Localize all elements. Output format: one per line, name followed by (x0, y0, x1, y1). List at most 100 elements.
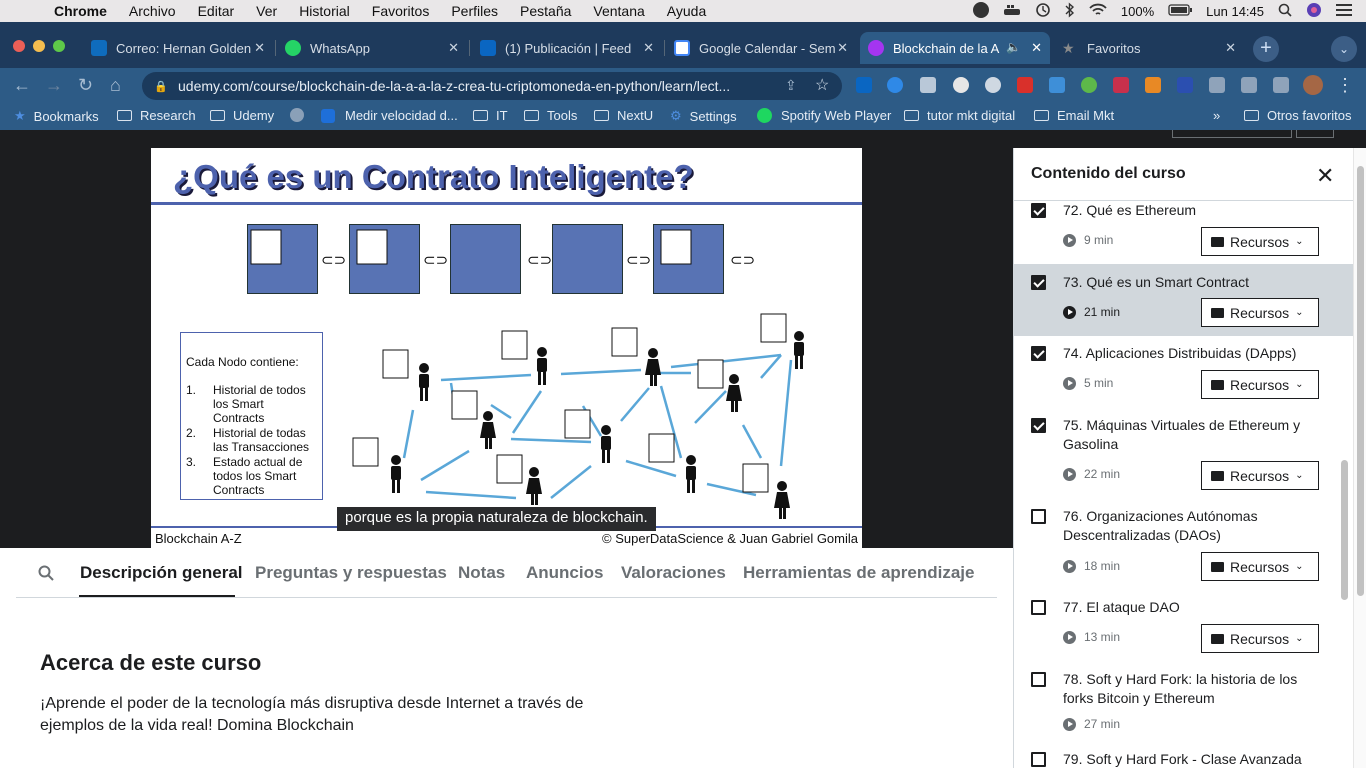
extension-icon[interactable] (1177, 77, 1193, 93)
tab-whatsapp[interactable]: WhatsApp ✕ (277, 32, 467, 64)
lecture-checkbox[interactable] (1031, 672, 1046, 687)
extension-icon[interactable] (953, 77, 969, 93)
window-minimize-button[interactable] (33, 40, 45, 52)
lecture-item[interactable]: 76. Organizaciones Autónomas Descentrali… (1014, 500, 1354, 590)
time-machine-icon[interactable] (1035, 2, 1051, 21)
spotlight-search-icon[interactable] (1278, 3, 1292, 20)
docker-icon[interactable] (1003, 3, 1021, 20)
menu-historial[interactable]: Historial (299, 3, 350, 19)
lecture-checkbox[interactable] (1031, 418, 1046, 433)
react-devtools-icon[interactable] (1049, 77, 1065, 93)
bookmark-tools[interactable]: Tools (524, 108, 577, 123)
lecture-checkbox[interactable] (1031, 509, 1046, 524)
bookmark-it[interactable]: IT (473, 108, 508, 123)
lecture-checkbox[interactable] (1031, 600, 1046, 615)
bookmark-otros-favoritos[interactable]: Otros favoritos (1244, 108, 1352, 123)
bookmark-medir-velocidad[interactable]: Medir velocidad d... (321, 108, 458, 123)
extension-icon[interactable] (1081, 77, 1097, 93)
tab-google-calendar[interactable]: Google Calendar - Sem ✕ (666, 32, 856, 64)
resources-button[interactable]: Recursos ⌄ (1201, 461, 1319, 490)
extension-icon[interactable] (985, 77, 1001, 93)
metamask-icon[interactable] (1145, 77, 1161, 93)
menu-ayuda[interactable]: Ayuda (667, 3, 706, 19)
resources-button[interactable]: Recursos ⌄ (1201, 298, 1319, 327)
lecture-item[interactable]: 72. Qué es Ethereum 9 min Recursos ⌄ (1014, 201, 1354, 263)
menu-pestana[interactable]: Pestaña (520, 3, 571, 19)
lecture-item[interactable]: 77. El ataque DAO 13 min Recursos ⌄ (1014, 591, 1354, 661)
tab-close-icon[interactable]: ✕ (1031, 40, 1042, 56)
battery-percentage[interactable]: 100% (1121, 4, 1154, 19)
header-button[interactable] (1172, 130, 1292, 138)
wifi-icon[interactable] (1089, 3, 1107, 20)
lecture-checkbox[interactable] (1031, 275, 1046, 290)
bookmarks-overflow-chevron-icon[interactable]: » (1213, 108, 1220, 123)
tab-preguntas-respuestas[interactable]: Preguntas y respuestas (255, 563, 447, 583)
resources-button[interactable]: Recursos ⌄ (1201, 624, 1319, 653)
extension-icon[interactable] (1113, 77, 1129, 93)
tab-blockchain-active[interactable]: Blockchain de la A 🔈 ✕ (860, 32, 1050, 64)
resources-button[interactable]: Recursos ⌄ (1201, 552, 1319, 581)
battery-icon[interactable] (1168, 3, 1193, 19)
close-icon[interactable]: ✕ (1316, 163, 1334, 189)
lecture-item-current[interactable]: 73. Qué es un Smart Contract 21 min Recu… (1014, 264, 1354, 336)
reload-icon[interactable]: ↻ (78, 75, 93, 96)
tab-herramientas[interactable]: Herramientas de aprendizaje (743, 563, 974, 583)
bookmark-udemy[interactable]: Udemy (210, 108, 274, 123)
lecture-checkbox[interactable] (1031, 346, 1046, 361)
tab-descripcion-general[interactable]: Descripción general (80, 563, 243, 583)
menu-ver[interactable]: Ver (256, 3, 277, 19)
window-close-button[interactable] (13, 40, 25, 52)
header-more-button[interactable] (1296, 130, 1334, 138)
side-panel-icon[interactable] (1273, 77, 1289, 93)
home-icon[interactable]: ⌂ (110, 75, 121, 96)
tab-close-icon[interactable]: ✕ (448, 40, 459, 56)
tab-close-icon[interactable]: ✕ (254, 40, 265, 56)
bookmark-tutor-mkt[interactable]: tutor mkt digital (904, 108, 1015, 123)
back-arrow-icon[interactable]: ← (13, 75, 31, 96)
address-bar[interactable]: 🔒 udemy.com/course/blockchain-de-la-a-a-… (142, 72, 842, 100)
search-icon[interactable] (38, 565, 54, 586)
bookmark-nextu[interactable]: NextU (594, 108, 653, 123)
bookmark-globe[interactable] (290, 108, 304, 122)
share-icon[interactable]: ⇪ (785, 77, 797, 94)
siri-icon[interactable] (1306, 2, 1322, 21)
lecture-checkbox[interactable] (1031, 203, 1046, 218)
bookmark-email-mkt[interactable]: Email Mkt (1034, 108, 1114, 123)
tab-close-icon[interactable]: ✕ (837, 40, 848, 56)
browser-menu-icon[interactable]: ⋮ (1336, 75, 1354, 96)
extension-icon[interactable] (1017, 77, 1033, 93)
lock-icon[interactable]: 🔒 (154, 80, 168, 93)
tab-outlook[interactable]: Correo: Hernan Golden ✕ (83, 32, 273, 64)
page-scrollbar[interactable] (1353, 148, 1366, 768)
tab-notas[interactable]: Notas (458, 563, 505, 583)
bookmark-spotify[interactable]: Spotify Web Player (757, 108, 891, 123)
clock[interactable]: Lun 14:45 (1206, 4, 1264, 19)
forward-arrow-icon[interactable]: → (45, 75, 63, 96)
menu-ventana[interactable]: Ventana (593, 3, 644, 19)
menu-favoritos[interactable]: Favoritos (372, 3, 430, 19)
menu-app-name[interactable]: Chrome (54, 3, 107, 19)
bookmark-settings[interactable]: ⚙ Settings (670, 108, 737, 124)
extension-icon[interactable] (887, 77, 903, 93)
resources-button[interactable]: Recursos ⌄ (1201, 370, 1319, 399)
bookmark-star-icon[interactable]: ☆ (815, 75, 829, 95)
sidebar-scrollbar[interactable] (1339, 148, 1350, 768)
resources-button[interactable]: Recursos ⌄ (1201, 227, 1319, 256)
user-initials-icon[interactable] (972, 1, 989, 21)
tab-close-icon[interactable]: ✕ (1225, 40, 1236, 56)
tab-anuncios[interactable]: Anuncios (526, 563, 603, 583)
lecture-item[interactable]: 79. Soft y Hard Fork - Clase Avanzada (1014, 744, 1354, 768)
puzzle-extensions-icon[interactable] (1209, 77, 1225, 93)
speaker-icon[interactable]: 🔈 (1006, 40, 1021, 54)
bluetooth-icon[interactable] (1065, 1, 1075, 21)
bookmark-research[interactable]: Research (117, 108, 196, 123)
linkedin-extension-icon[interactable] (856, 77, 872, 93)
tab-valoraciones[interactable]: Valoraciones (621, 563, 726, 583)
tab-search-chevron-icon[interactable]: ⌄ (1331, 36, 1357, 62)
reading-list-icon[interactable] (1241, 77, 1257, 93)
new-tab-button[interactable]: + (1253, 36, 1279, 62)
lecture-item[interactable]: 74. Aplicaciones Distribuidas (DApps) 5 … (1014, 337, 1354, 407)
menu-editar[interactable]: Editar (198, 3, 235, 19)
tab-favoritos[interactable]: ★ Favoritos ✕ (1054, 32, 1244, 64)
grid-extension-icon[interactable] (920, 77, 936, 93)
